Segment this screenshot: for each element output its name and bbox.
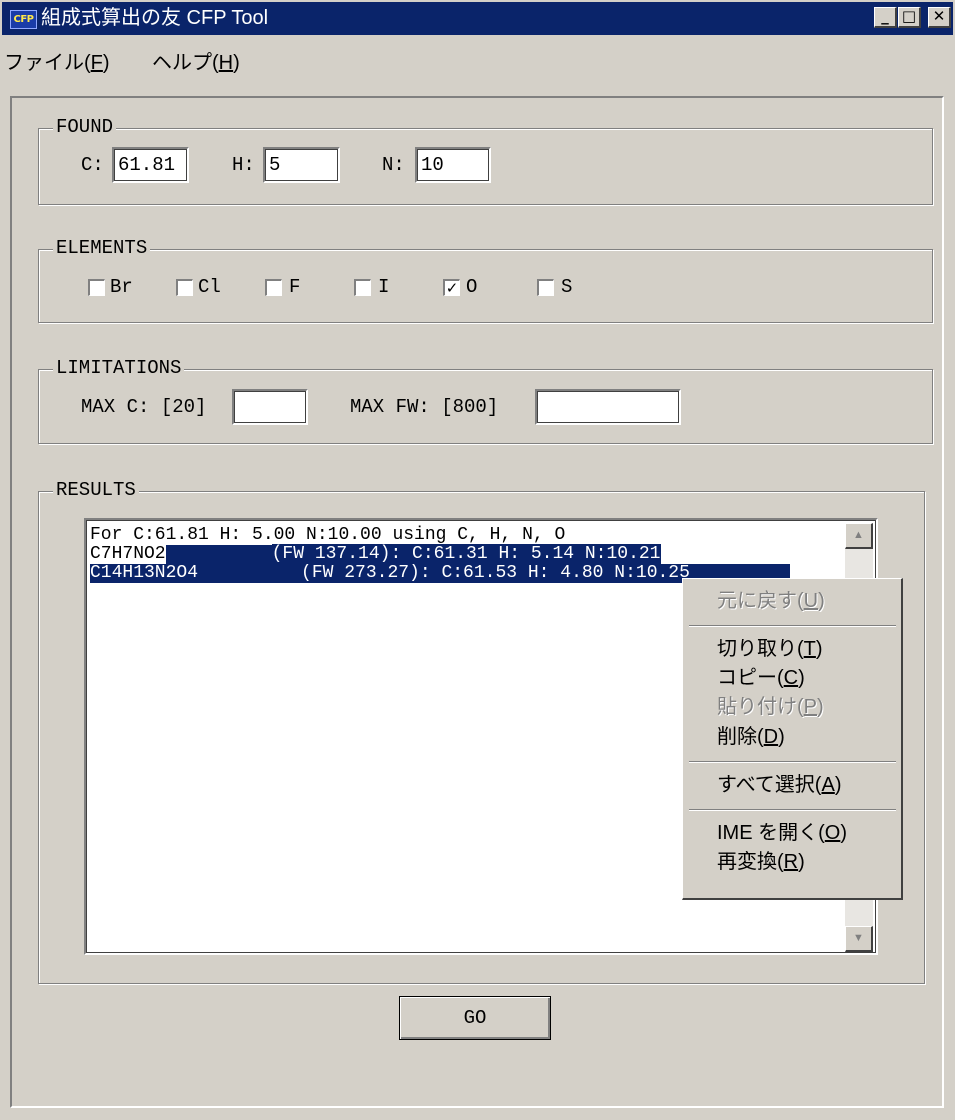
checkbox-cl[interactable]	[176, 279, 193, 296]
menu-file[interactable]: ファイル(F)	[4, 51, 110, 75]
maximize-icon: □	[901, 7, 917, 25]
menu-separator	[689, 625, 896, 627]
menu-item-copy[interactable]: コピー(C)	[717, 666, 805, 690]
elements-group: ELEMENTS Br Cl F I ✓ O S	[38, 237, 933, 323]
menu-separator	[689, 809, 896, 811]
scroll-up-arrow-icon: ▲	[853, 529, 864, 541]
checkbox-f[interactable]	[265, 279, 282, 296]
cfp-tool-window: CFP 組成式算出の友 CFP Tool _ □ ✕ ファイル(F) ヘルプ(H…	[0, 0, 955, 1120]
limitations-group: LIMITATIONS MAX C: [20] MAX FW: [800]	[38, 357, 933, 444]
checkbox-br[interactable]	[88, 279, 105, 296]
menu-item-undo[interactable]: 元に戻す(U)	[717, 589, 825, 613]
limitations-legend: LIMITATIONS	[53, 357, 185, 379]
checkbox-cl-label: Cl	[198, 276, 221, 298]
h-label: H:	[232, 154, 255, 176]
close-button[interactable]: ✕	[928, 7, 951, 28]
max-fw-label: MAX FW: [800]	[350, 396, 499, 418]
app-icon[interactable]: CFP	[10, 10, 37, 29]
checkbox-s[interactable]	[537, 279, 554, 296]
window-title: 組成式算出の友 CFP Tool	[41, 7, 269, 29]
checkbox-s-label: S	[561, 276, 573, 298]
checkbox-br-label: Br	[110, 276, 133, 298]
checkbox-i[interactable]	[354, 279, 371, 296]
close-icon: ✕	[932, 7, 946, 25]
minimize-button[interactable]: _	[874, 7, 897, 28]
minimize-icon: _	[881, 7, 889, 25]
menu-help[interactable]: ヘルプ(H)	[152, 51, 240, 75]
h-found-input[interactable]: 5	[263, 147, 340, 183]
found-legend: FOUND	[53, 116, 117, 138]
menu-bar: ファイル(F) ヘルプ(H)	[2, 45, 953, 87]
title-bar[interactable]: CFP 組成式算出の友 CFP Tool _ □ ✕	[2, 2, 953, 35]
n-label: N:	[382, 154, 405, 176]
checkmark-icon: ✓	[445, 279, 459, 297]
elements-legend: ELEMENTS	[53, 237, 151, 259]
menu-separator	[689, 761, 896, 763]
scroll-down-arrow-icon: ▼	[853, 932, 864, 944]
result-row-1[interactable]: C7H7NO2​(FW 137.14): C:61.31 H: 5.14 N:1…	[90, 544, 661, 564]
c-label: C:	[81, 154, 104, 176]
result-row-1-formula: C7H7NO2	[90, 544, 166, 564]
scroll-up-button[interactable]: ▲	[845, 523, 873, 549]
menu-item-ime-open[interactable]: IME を開く(O)	[717, 821, 847, 845]
n-found-input[interactable]: 10	[415, 147, 491, 183]
menu-item-paste[interactable]: 貼り付け(P)	[717, 695, 824, 719]
scroll-down-button[interactable]: ▼	[845, 926, 873, 952]
max-c-input[interactable]	[232, 389, 308, 425]
menu-item-cut[interactable]: 切り取り(T)	[717, 637, 823, 661]
menu-item-reconvert[interactable]: 再変換(R)	[717, 850, 805, 874]
max-fw-input[interactable]	[535, 389, 681, 425]
checkbox-i-label: I	[378, 276, 390, 298]
result-row-2-detail: (FW 273.27): C:61.53 H: 4.80 N:10.25	[301, 564, 690, 583]
maximize-button[interactable]: □	[898, 7, 921, 28]
go-button[interactable]: GO	[399, 996, 551, 1040]
context-menu: 元に戻す(U) 切り取り(T) コピー(C) 貼り付け(P) 削除(D) すべて…	[682, 578, 903, 900]
menu-item-select-all[interactable]: すべて選択(A)	[717, 773, 841, 797]
results-header-line: For C:61.81 H: 5.00 N:10.00 using C, H, …	[90, 525, 566, 545]
checkbox-o-label: O	[466, 276, 478, 298]
found-group: FOUND C: 61.81 H: 5 N: 10	[38, 116, 933, 205]
max-c-label: MAX C: [20]	[81, 396, 207, 418]
result-row-2-formula: C14H13N2O4	[90, 564, 199, 583]
c-found-input[interactable]: 61.81	[112, 147, 189, 183]
result-row-1-detail: (FW 137.14): C:61.31 H: 5.14 N:10.21	[271, 544, 661, 564]
checkbox-f-label: F	[289, 276, 301, 298]
checkbox-o[interactable]: ✓	[443, 279, 460, 296]
menu-item-delete[interactable]: 削除(D)	[717, 725, 785, 749]
results-legend: RESULTS	[53, 479, 139, 501]
